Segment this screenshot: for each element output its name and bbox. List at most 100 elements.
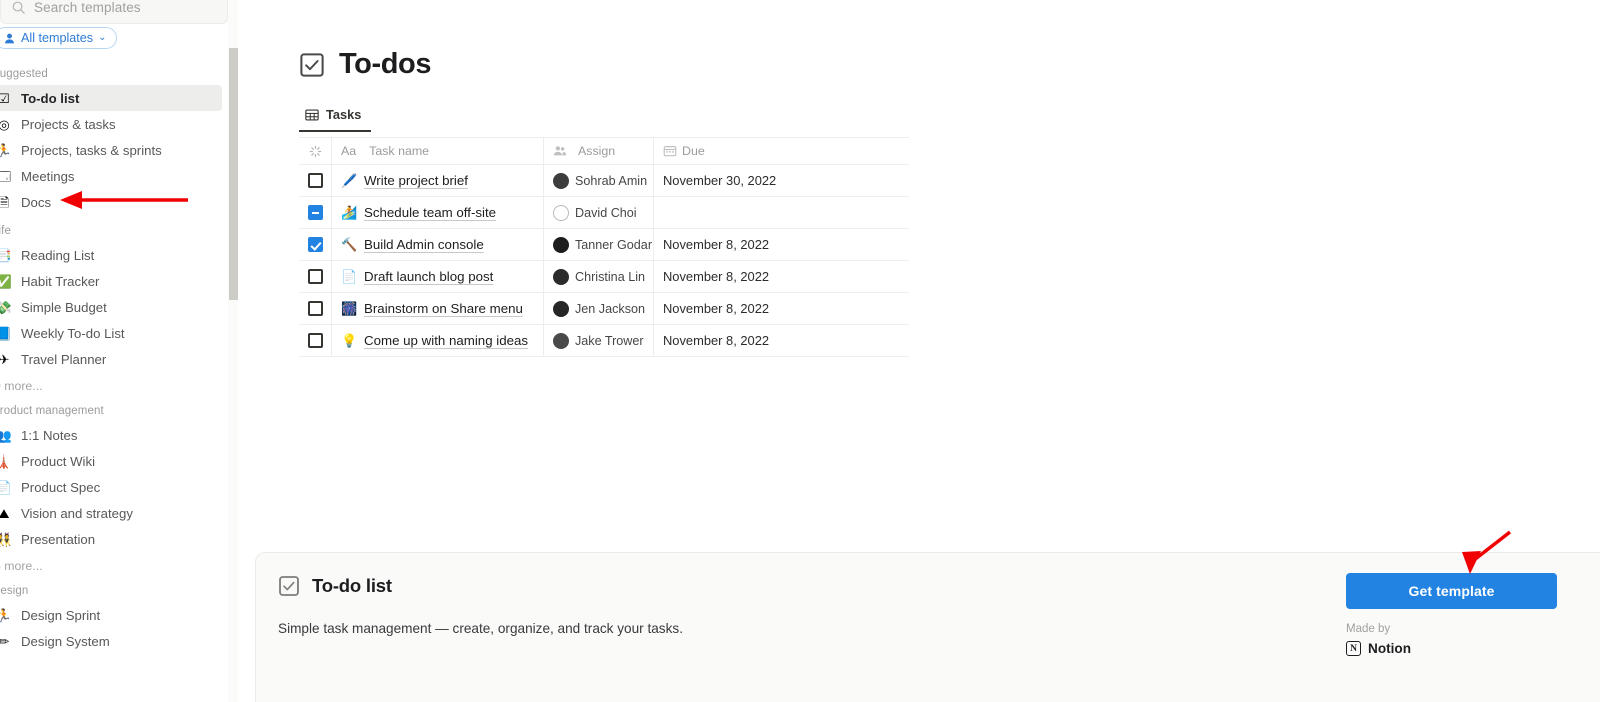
avatar [553,172,569,189]
cell-assignee[interactable]: Jake Trower [544,325,654,356]
sidebar-section-label: Life [0,225,11,237]
task-name-link[interactable]: Schedule team off-site [364,205,496,220]
table-header-row: Aa Task name Assign Due [299,138,909,165]
sidebar-item-presentation[interactable]: 👯 Presentation [0,526,222,552]
sidebar-item-product-spec[interactable]: 📄 Product Spec [0,474,222,500]
table-row[interactable]: 🖊️ Write project brief Sohrab Amin November… [299,165,909,197]
task-emoji-icon: 💡 [341,333,358,348]
sidebar-item-icon: ☑ [0,90,10,106]
cell-due-date[interactable]: November 30, 2022 [654,165,909,196]
sidebar-item-label: Projects & tasks [21,116,116,132]
sidebar-scrollbar-thumb[interactable] [229,48,238,300]
sidebar-item-to-do-list[interactable]: ☑ To-do list [0,85,222,111]
header-label-task-name: Task name [369,144,430,158]
checkbox-icon [279,576,299,596]
task-checkbox[interactable] [307,237,323,252]
task-name-link[interactable]: Build Admin console [364,237,484,252]
cell-due-date[interactable]: November 8, 2022 [654,325,909,356]
page-title-row: To-dos [299,48,431,81]
table-row[interactable]: 🏄 Schedule team off-site David Choi [299,197,909,229]
table-row[interactable]: 🎆 Brainstorm on Share menu Jen Jackson Nove… [299,293,909,325]
task-emoji-icon: 🎆 [341,301,358,316]
sidebar-item-icon: 👥 [0,427,13,443]
sidebar-item-reading-list[interactable]: 📑 Reading List [0,242,222,268]
header-cell-due[interactable]: Due [654,138,909,164]
cell-checkbox [299,197,332,228]
table-row[interactable]: 📄 Draft launch blog post Christina Lin Nove… [299,261,909,293]
sidebar-item-vision-and-strategy[interactable]: ⛰ Vision and strategy [0,500,222,526]
cell-assignee[interactable]: Sohrab Amin [544,165,654,196]
assignee-name: Sohrab Amin [575,173,648,188]
header-label-assign: Assign [578,144,616,158]
cell-due-date[interactable]: November 8, 2022 [654,293,909,324]
cell-assignee[interactable]: Tanner Godar [544,229,654,260]
cell-assignee[interactable]: David Choi [544,197,654,228]
assignee-name: Christina Lin [575,269,645,284]
sidebar-item-icon: 📑 [0,247,13,263]
sidebar-item-meetings[interactable]: 🗔 Meetings [0,163,222,189]
task-name-link[interactable]: Come up with naming ideas [364,333,528,348]
header-cell-assign[interactable]: Assign [544,138,654,164]
task-checkbox[interactable] [307,269,323,284]
people-icon [553,144,567,158]
all-templates-filter[interactable]: All templates ⌄ [0,27,117,49]
sidebar-item-habit-tracker[interactable]: ✅ Habit Tracker [0,268,222,294]
cell-due-date[interactable]: November 8, 2022 [654,229,909,260]
sidebar-item-label: Design System [21,633,110,649]
sidebar-item-product-wiki[interactable]: 🗼 Product Wiki [0,448,222,474]
task-checkbox[interactable] [307,333,323,348]
sidebar-item-design-sprint[interactable]: 🏃 Design Sprint [0,602,222,628]
made-by-label: Made by [1346,623,1391,635]
task-name-link[interactable]: Draft launch blog post [364,269,493,284]
search-icon [12,1,25,14]
due-date-value: November 30, 2022 [663,173,777,188]
task-checkbox[interactable] [307,173,323,188]
cell-assignee[interactable]: Christina Lin [544,261,654,292]
sidebar-item-design-system[interactable]: ✏ Design System [0,628,222,654]
search-input[interactable]: Search templates [0,0,228,24]
task-name-link[interactable]: Write project brief [364,173,468,188]
sidebar-item-weekly-to-do-list[interactable]: 📘 Weekly To-do List [0,320,222,346]
template-detail-panel: To-do list Simple task management — crea… [255,552,1600,702]
task-checkbox[interactable] [307,301,323,316]
task-checkbox[interactable] [307,205,323,220]
task-name-link[interactable]: Brainstorm on Share menu [364,301,523,316]
sidebar-item-travel-planner[interactable]: ✈ Travel Planner [0,346,222,372]
sidebar-item-icon: 📄 [0,479,13,495]
sidebar-item-docs[interactable]: 🗎 Docs [0,189,222,215]
cell-checkbox [299,229,332,260]
sidebar-show-more[interactable]: 9 more... [0,372,238,395]
search-placeholder: Search templates [34,0,141,15]
header-cell-select[interactable] [299,138,332,164]
task-emoji-icon: 🔨 [341,237,358,252]
cell-checkbox [299,261,332,292]
sidebar-item-projects-tasks-sprints[interactable]: 🏃 Projects, tasks & sprints [0,137,222,163]
sidebar-item-label: Habit Tracker [21,273,100,289]
sidebar-item-label: Product Wiki [21,453,96,469]
sidebar-item-label: To-do list [21,90,80,106]
sidebar-item-icon: 🏃 [0,142,13,158]
due-date-value: November 8, 2022 [663,269,770,284]
sidebar-item-simple-budget[interactable]: 💸 Simple Budget [0,294,222,320]
person-icon [5,33,14,43]
cell-task-name: 🔨 Build Admin console [332,229,544,260]
cell-due-date[interactable]: November 8, 2022 [654,261,909,292]
sidebar-item-label: Design Sprint [21,607,101,623]
sidebar-item-label: 1:1 Notes [21,427,78,443]
sidebar-item-1-1-notes[interactable]: 👥 1:1 Notes [0,422,222,448]
page-title: To-dos [339,48,432,80]
table-row[interactable]: 💡 Come up with naming ideas Jake Trower Nov… [299,325,909,357]
table-row[interactable]: 🔨 Build Admin console Tanner Godar November… [299,229,909,261]
sidebar-item-projects-tasks[interactable]: ◎ Projects & tasks [0,111,222,137]
sidebar-item-icon: ◎ [0,116,10,132]
sidebar-item-icon: 🗎 [0,194,10,210]
cell-checkbox [299,325,332,356]
sidebar-item-label: Travel Planner [21,351,107,367]
header-cell-task-name[interactable]: Aa Task name [332,138,544,164]
maker-row: N Notion [1346,641,1411,656]
sidebar-show-more[interactable]: 6 more... [0,552,238,575]
get-template-button[interactable]: Get template [1346,573,1557,609]
cell-assignee[interactable]: Jen Jackson [544,293,654,324]
tab-tasks[interactable]: Tasks [299,103,372,132]
cell-due-date[interactable] [654,197,909,228]
